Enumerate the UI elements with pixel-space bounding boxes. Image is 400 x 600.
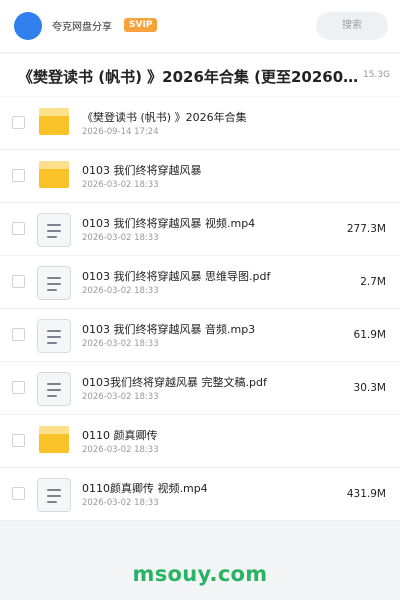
- row-checkbox[interactable]: [12, 381, 25, 394]
- file-name: 0103 我们终将穿越风暴 音频.mp3: [82, 323, 256, 336]
- file-name: 0110 颜真卿传: [82, 429, 158, 442]
- file-size: 30.3M: [353, 382, 386, 394]
- file-name: 0103我们终将穿越风暴 完整文稿.pdf: [82, 376, 267, 389]
- folder-title: 《樊登读书 (帆书) 》2026年合集 (更至20260912…: [18, 68, 360, 86]
- user-name: 夸克网盘分享: [52, 22, 112, 33]
- file-date: 2026-03-02 18:33: [82, 233, 159, 243]
- file-name: 0103 我们终将穿越风暴: [82, 164, 202, 177]
- row-checkbox[interactable]: [12, 169, 25, 182]
- row-checkbox[interactable]: [12, 275, 25, 288]
- file-size: 61.9M: [353, 329, 386, 341]
- watermark: msouy.com: [132, 562, 268, 586]
- share-page: 夸克网盘分享 SVIP 搜索 《樊登读书 (帆书) 》2026年合集 (更至20…: [0, 0, 400, 600]
- row-checkbox[interactable]: [12, 487, 25, 500]
- file-row[interactable]: 0103 我们终将穿越风暴 思维导图.pdf 2026-03-02 18:33 2.…: [0, 256, 400, 309]
- file-name: 0103 我们终将穿越风暴 视频.mp4: [82, 217, 256, 230]
- avatar[interactable]: [14, 12, 42, 40]
- row-checkbox[interactable]: [12, 222, 25, 235]
- document-icon: [37, 372, 71, 406]
- file-size: 431.9M: [346, 488, 386, 500]
- file-row[interactable]: 0103 我们终将穿越风暴 视频.mp4 2026-03-02 18:33 277.…: [0, 203, 400, 256]
- row-checkbox[interactable]: [12, 116, 25, 129]
- file-row[interactable]: 0110 颜真卿传 2026-03-02 18:33: [0, 415, 400, 468]
- file-size: 277.3M: [346, 223, 386, 235]
- document-icon: [37, 478, 71, 512]
- file-date: 2026-03-02 18:33: [82, 445, 159, 455]
- search-button[interactable]: 搜索: [316, 12, 388, 40]
- more-icon[interactable]: ·: [326, 68, 329, 79]
- file-date: 2026-09-14 17:24: [82, 127, 159, 137]
- file-date: 2026-03-02 18:33: [82, 180, 159, 190]
- file-size: 2.7M: [360, 276, 386, 288]
- file-date: 2026-03-02 18:33: [82, 286, 159, 296]
- folder-size: 15.3G: [362, 70, 390, 80]
- file-name: 0103 我们终将穿越风暴 思维导图.pdf: [82, 270, 271, 283]
- folder-icon: [39, 108, 69, 135]
- file-date: 2026-03-02 18:33: [82, 339, 159, 349]
- file-name: 0110颜真卿传 视频.mp4: [82, 482, 208, 495]
- document-icon: [37, 213, 71, 247]
- file-row[interactable]: 《樊登读书 (帆书) 》2026年合集 2026-09-14 17:24: [0, 97, 400, 150]
- row-checkbox[interactable]: [12, 328, 25, 341]
- header: 夸克网盘分享 SVIP 搜索: [0, 0, 400, 52]
- file-row[interactable]: 0103 我们终将穿越风暴 2026-03-02 18:33: [0, 150, 400, 203]
- document-icon: [37, 319, 71, 353]
- file-row[interactable]: 0103 我们终将穿越风暴 音频.mp3 2026-03-02 18:33 61.9…: [0, 309, 400, 362]
- folder-icon: [39, 161, 69, 188]
- file-list: 《樊登读书 (帆书) 》2026年合集 2026-09-14 17:24 0103 …: [0, 97, 400, 521]
- file-row[interactable]: 0110颜真卿传 视频.mp4 2026-03-02 18:33 431.9M: [0, 468, 400, 521]
- document-icon: [37, 266, 71, 300]
- file-date: 2026-03-02 18:33: [82, 498, 159, 508]
- folder-icon: [39, 426, 69, 453]
- svip-badge: SVIP: [124, 18, 158, 32]
- folder-title-bar: 《樊登读书 (帆书) 》2026年合集 (更至20260912… · 15.3G: [0, 53, 400, 96]
- file-name: 《樊登读书 (帆书) 》2026年合集: [82, 111, 247, 124]
- file-date: 2026-03-02 18:33: [82, 392, 159, 402]
- file-row[interactable]: 0103我们终将穿越风暴 完整文稿.pdf 2026-03-02 18:33 30.…: [0, 362, 400, 415]
- row-checkbox[interactable]: [12, 434, 25, 447]
